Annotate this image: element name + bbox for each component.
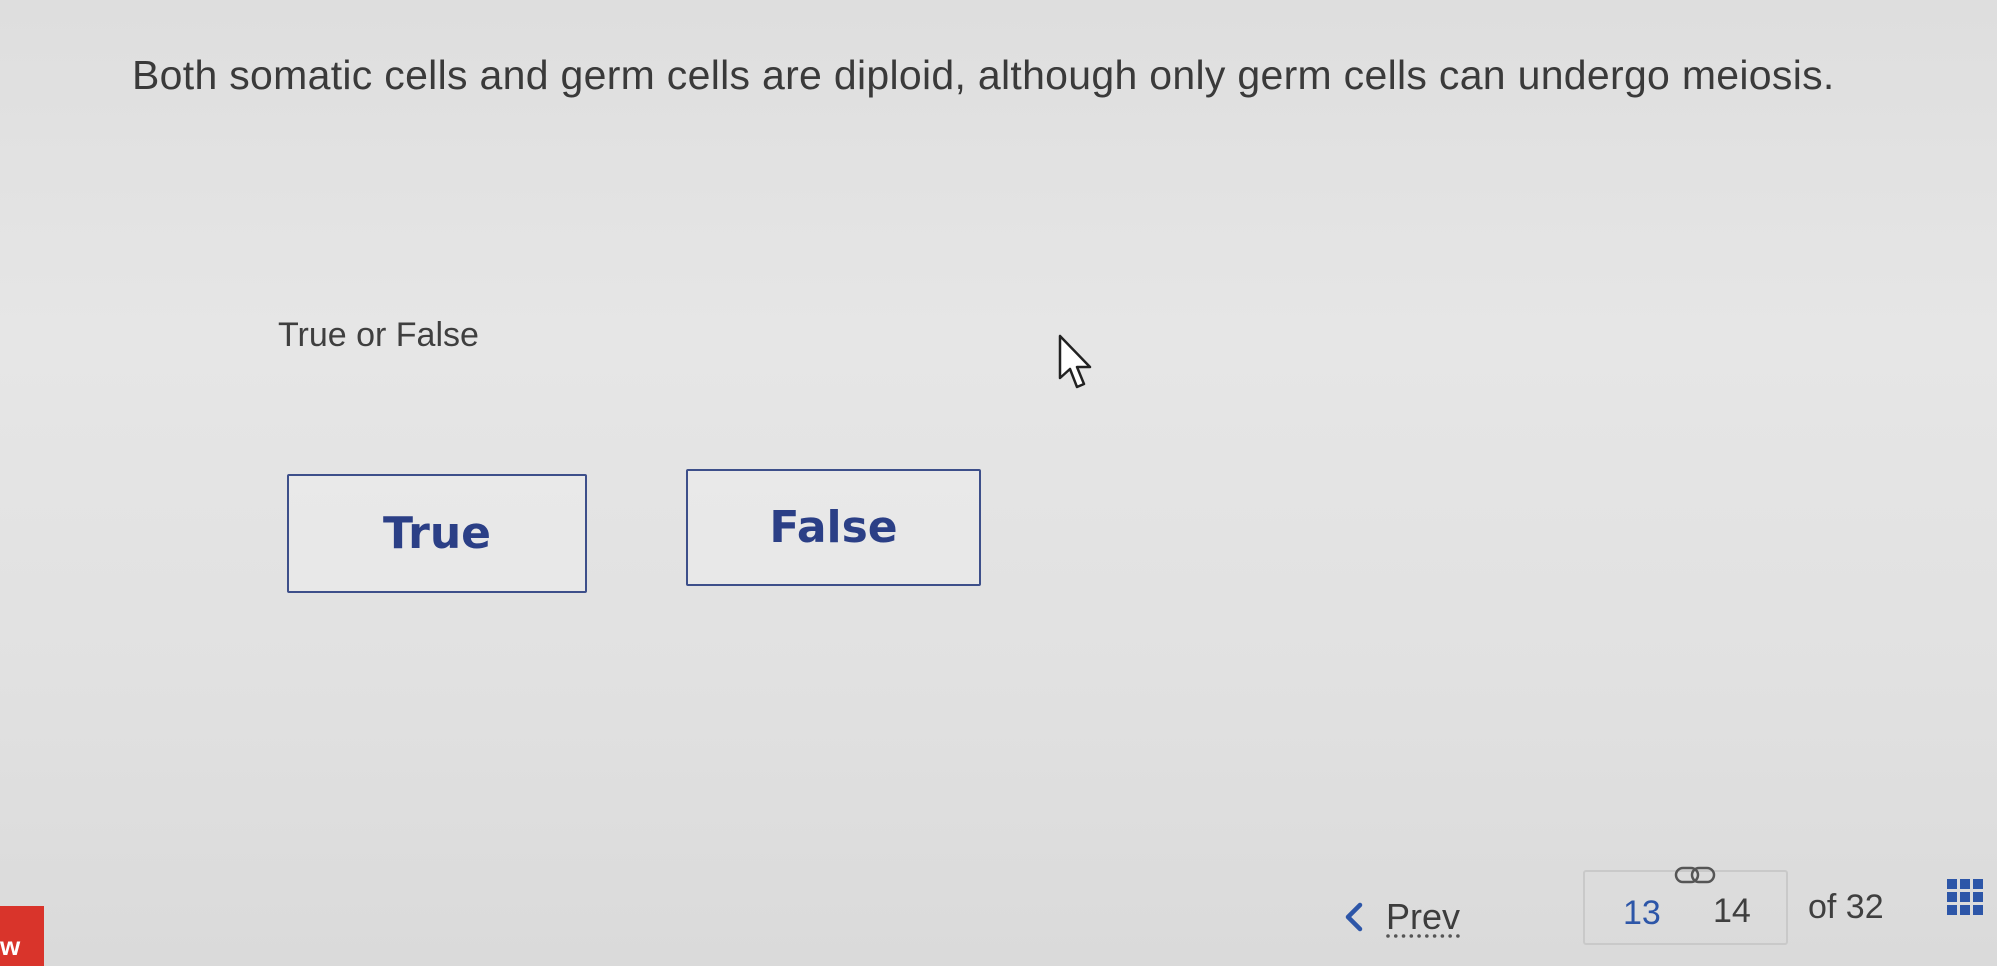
page-total: of 32 [1808, 888, 1884, 926]
answer-false-button[interactable]: False [686, 469, 981, 586]
mouse-cursor-icon [1058, 334, 1092, 389]
link-icon [1674, 866, 1716, 884]
question-prompt: True or False [278, 316, 479, 354]
answer-true-button[interactable]: True [287, 474, 587, 593]
answer-false-label: False [769, 502, 898, 553]
question-text: Both somatic cells and germ cells are di… [132, 52, 1835, 98]
grid-icon[interactable] [1946, 878, 1984, 916]
prev-button[interactable]: Prev [1340, 896, 1460, 938]
brand-logo-text: w [0, 931, 21, 961]
answer-true-label: True [382, 508, 492, 559]
page-selector: 13 14 [1583, 866, 1788, 945]
next-page-number[interactable]: 14 [1713, 892, 1751, 931]
current-page-number[interactable]: 13 [1623, 894, 1661, 933]
prev-label: Prev [1386, 896, 1461, 937]
chevron-left-icon [1345, 902, 1363, 932]
brand-logo: w [0, 906, 44, 966]
